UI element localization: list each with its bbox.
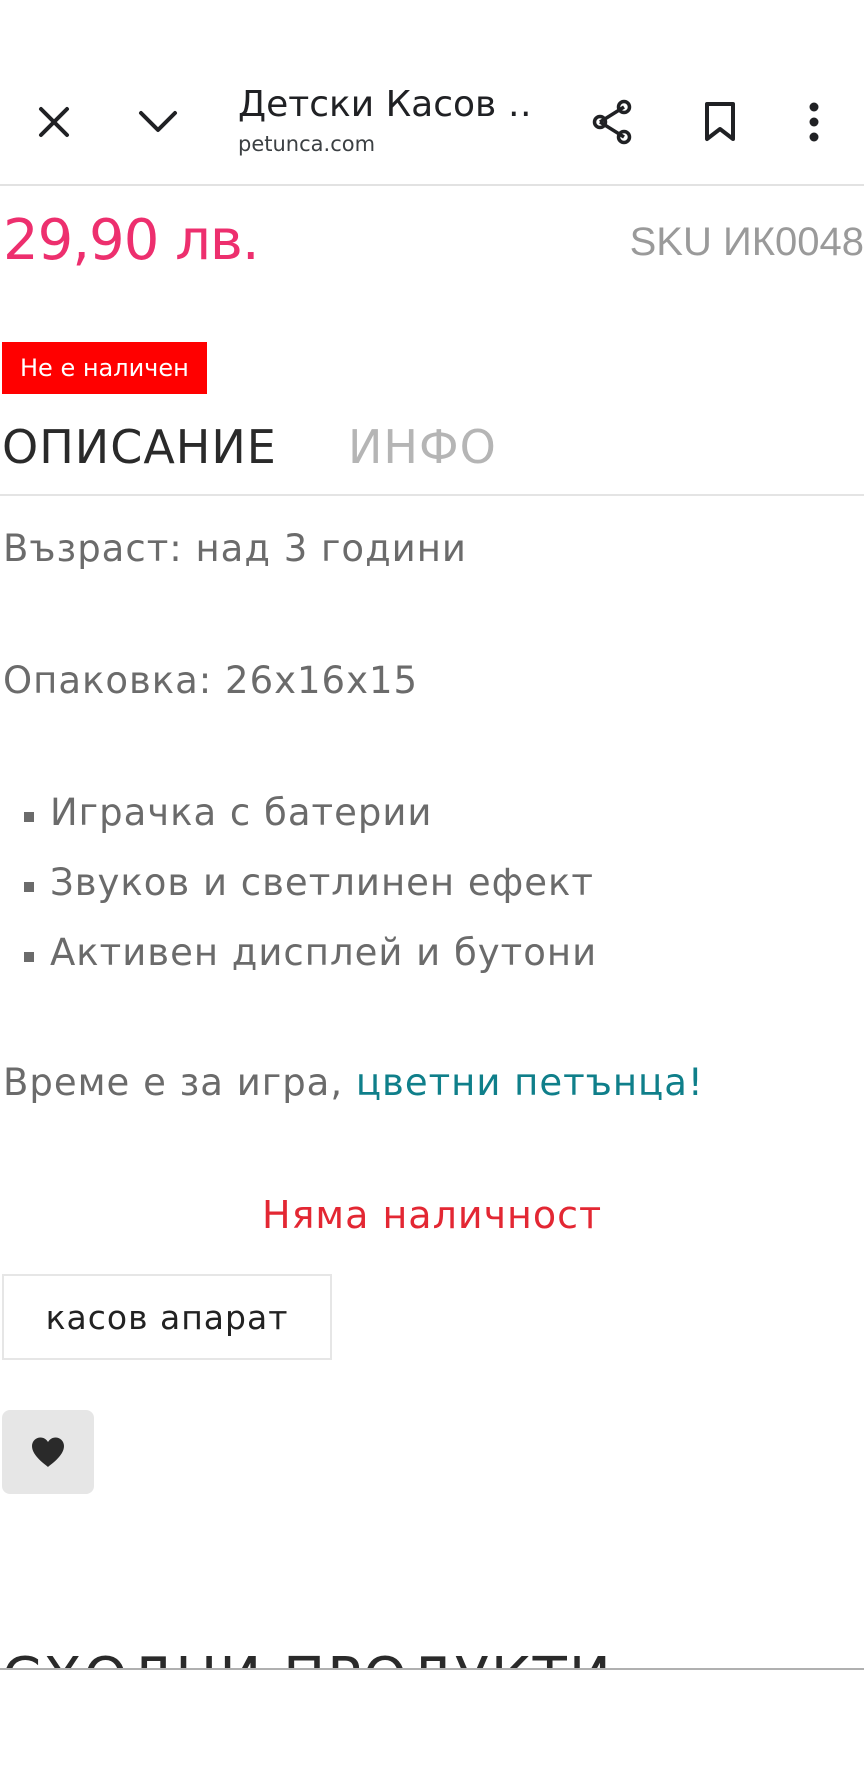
feature-text: Играчка с батерии [50, 791, 433, 834]
bullet-icon [24, 882, 34, 892]
availability-status: Няма наличност [262, 1193, 603, 1237]
page-title-area: Детски Касов … petunca.com [238, 82, 528, 158]
feature-text: Активен дисплей и бутони [50, 931, 598, 974]
wishlist-button[interactable] [2, 1410, 94, 1494]
chevron-down-icon [139, 111, 177, 132]
product-tabs: ОПИСАНИЕ ИНФО [0, 410, 864, 496]
close-icon [39, 107, 69, 137]
feature-list: Играчка с батерии Звуков и светлинен ефе… [22, 788, 597, 998]
page-domain: petunca.com [238, 132, 376, 156]
related-products-section: СХОДНИ ПРОДУКТИ [0, 1600, 864, 1670]
share-button[interactable] [580, 90, 644, 154]
tab-info[interactable]: ИНФО [348, 416, 497, 478]
heart-icon [32, 1437, 64, 1467]
more-options-button[interactable] [782, 90, 846, 154]
closing-text: Време е за игра, цветни петънца! [3, 1058, 704, 1108]
minimize-button[interactable] [126, 90, 190, 154]
product-price: 29,90 лв. [3, 208, 260, 273]
age-text: Възраст: над 3 години [3, 527, 467, 570]
list-item: Играчка с батерии [22, 788, 597, 858]
bookmark-icon [705, 102, 735, 141]
browser-toolbar: Детски Касов … petunca.com [0, 0, 864, 186]
stock-badge: Не е наличен [2, 342, 207, 394]
feature-text: Звуков и светлинен ефект [50, 861, 594, 904]
tab-description[interactable]: ОПИСАНИЕ [2, 416, 277, 478]
product-tag[interactable]: касов апарат [2, 1274, 332, 1360]
package-text: Опаковка: 26x16x15 [3, 659, 419, 702]
close-button[interactable] [22, 90, 86, 154]
bookmark-button[interactable] [688, 90, 752, 154]
related-products-title: СХОДНИ ПРОДУКТИ [2, 1644, 613, 1668]
page-title: Детски Касов … [238, 84, 528, 125]
page: Детски Касов … petunca.com 29,90 лв. SKU… [0, 0, 864, 1776]
closing-text-plain: Време е за игра, [3, 1061, 356, 1104]
more-vert-icon [809, 102, 819, 142]
bullet-icon [24, 952, 34, 962]
bullet-icon [24, 812, 34, 822]
share-icon [592, 99, 632, 145]
closing-link[interactable]: цветни петънца! [356, 1061, 704, 1104]
list-item: Звуков и светлинен ефект [22, 858, 597, 928]
product-sku: SKU ИК0048 [629, 220, 864, 264]
list-item: Активен дисплей и бутони [22, 928, 597, 998]
